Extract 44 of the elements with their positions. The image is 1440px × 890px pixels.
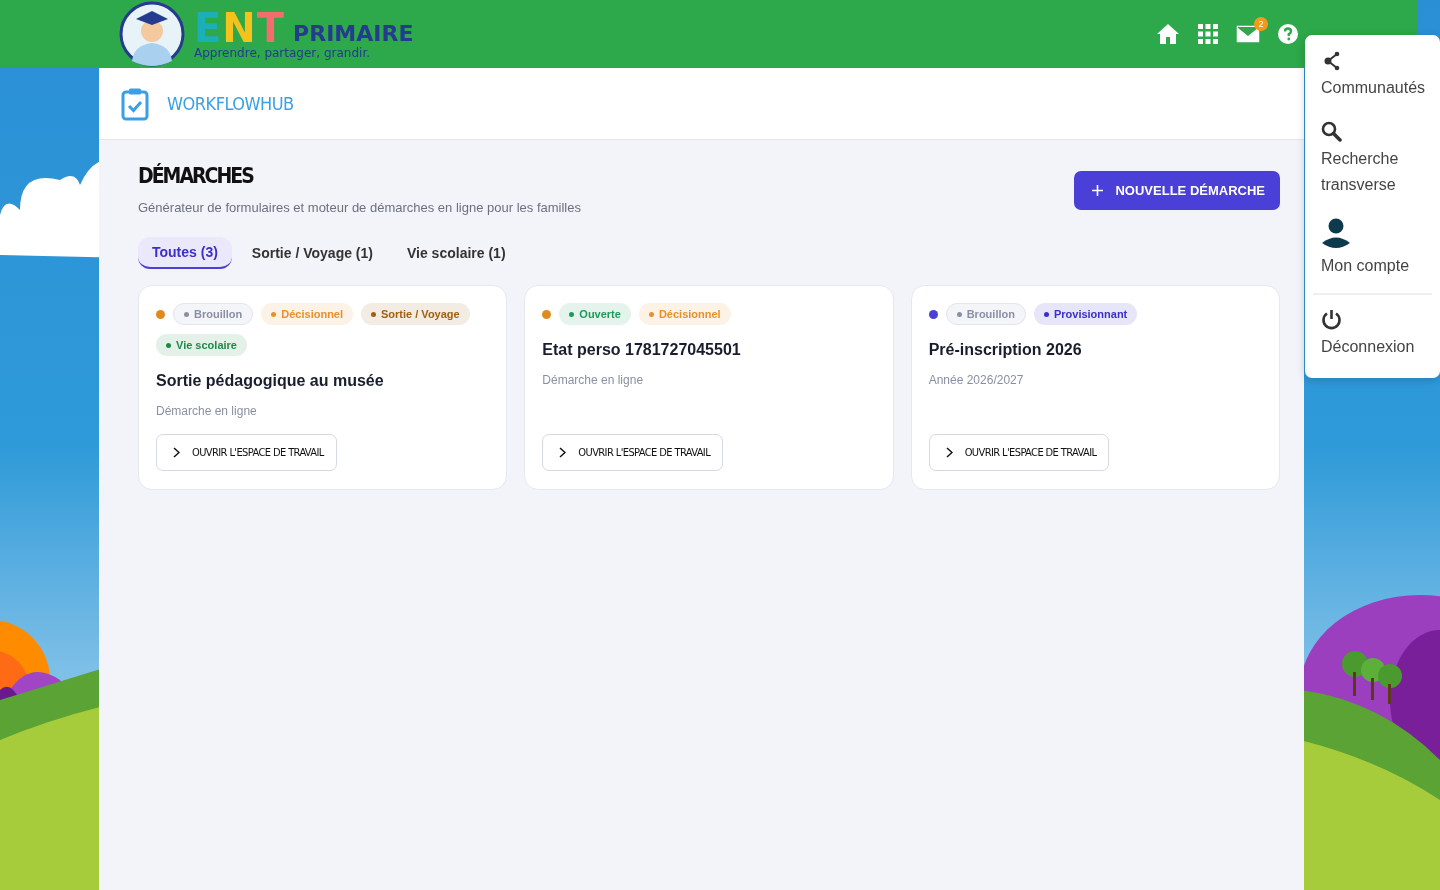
filter-tab[interactable]: Toutes (3) xyxy=(138,237,232,269)
menu-item[interactable]: Recherche transverse xyxy=(1321,146,1424,198)
card-title: Etat perso 1781727045501 xyxy=(542,340,742,360)
avatar-icon xyxy=(118,1,186,67)
status-tag: Brouillon xyxy=(945,303,1026,325)
card-subtitle: Démarche en ligne xyxy=(156,404,258,418)
page-title: DÉMARCHES xyxy=(138,164,255,188)
status-tag: Vie scolaire xyxy=(156,334,247,356)
logo-subtitle: PRIMAIRE xyxy=(293,23,414,45)
status-tag: Sortie / Voyage xyxy=(361,303,470,325)
status-tag: Décisionnel xyxy=(261,303,354,325)
help-icon[interactable] xyxy=(1278,24,1298,44)
open-workspace-button[interactable]: OUVRIR L'ESPACE DE TRAVAIL xyxy=(928,434,1110,471)
search-icon xyxy=(1321,121,1342,142)
open-workspace-button[interactable]: OUVRIR L'ESPACE DE TRAVAIL xyxy=(542,434,724,471)
menu-item[interactable]: Déconnexion xyxy=(1321,334,1415,360)
menu-item[interactable]: Mon compte xyxy=(1321,253,1410,279)
card-title: Sortie pédagogique au musée xyxy=(156,371,385,391)
clipboard-check-icon xyxy=(121,86,149,121)
page-subtitle: Générateur de formulaires et moteur de démarches en ligne pour les familles xyxy=(138,200,581,215)
notification-badge: 2 xyxy=(1254,17,1268,31)
status-tag: Brouillon xyxy=(173,303,254,325)
card-subtitle: Année 2026/2027 xyxy=(928,373,1025,387)
status-tag: Provisionnant xyxy=(1033,303,1138,325)
filter-tab[interactable]: Vie scolaire (1) xyxy=(392,237,520,269)
apps-grid-icon[interactable] xyxy=(1198,24,1218,44)
mail-icon[interactable] xyxy=(1236,25,1260,43)
new-procedure-button[interactable]: NOUVELLE DÉMARCHE xyxy=(1074,171,1280,210)
power-icon xyxy=(1321,309,1342,330)
chevron-right-icon xyxy=(173,447,180,458)
open-workspace-button[interactable]: OUVRIR L'ESPACE DE TRAVAIL xyxy=(156,434,337,471)
status-tag: Décisionnel xyxy=(638,303,731,325)
home-icon[interactable] xyxy=(1156,23,1180,45)
user-icon xyxy=(1321,218,1351,249)
chevron-right-icon xyxy=(945,447,953,458)
logo-tagline: Apprendre, partager, grandir. xyxy=(194,46,372,60)
chevron-right-icon xyxy=(559,447,567,458)
card-title: Pré-inscription 2026 xyxy=(928,340,1083,360)
menu-item[interactable]: Communautés xyxy=(1321,75,1426,101)
filter-tab[interactable]: Sortie / Voyage (1) xyxy=(237,237,387,269)
app-title: WORKFLOWHUB xyxy=(167,93,294,114)
card-subtitle: Démarche en ligne xyxy=(542,373,645,387)
status-tag: Ouverte xyxy=(559,303,631,325)
plus-icon xyxy=(1092,185,1104,196)
